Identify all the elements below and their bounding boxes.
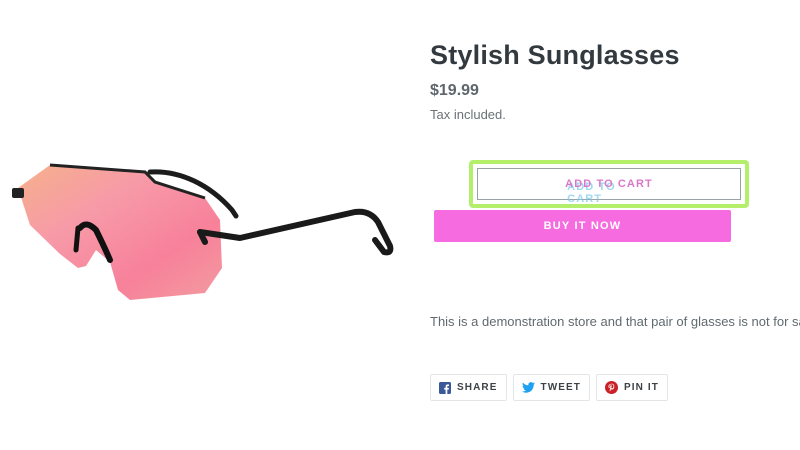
product-description: This is a demonstration store and that p… [430, 314, 800, 329]
share-twitter-label: TWEET [540, 382, 582, 393]
social-share-bar: SHARE TWEET PIN IT [430, 374, 668, 401]
facebook-icon [439, 381, 451, 394]
buy-it-now-button[interactable]: BUY IT NOW [434, 210, 731, 242]
pinterest-icon [605, 381, 619, 394]
product-title: Stylish Sunglasses [430, 40, 680, 70]
add-to-cart-label: ADD TO CART ADD TO CART [565, 178, 653, 205]
tax-note: Tax included. [430, 107, 506, 122]
share-pinterest-label: PIN IT [624, 382, 659, 393]
share-facebook-button[interactable]: SHARE [430, 374, 507, 401]
share-facebook-label: SHARE [457, 382, 498, 393]
share-pinterest-button[interactable]: PIN IT [596, 374, 668, 401]
add-to-cart-inner: ADD TO CART ADD TO CART [477, 168, 741, 205]
product-price: $19.99 [430, 82, 479, 99]
product-image [0, 150, 410, 325]
share-twitter-button[interactable]: TWEET [512, 374, 591, 401]
add-to-cart-button[interactable]: ADD TO CART ADD TO CART [469, 160, 749, 208]
twitter-icon [521, 382, 535, 393]
add-to-cart-label-text: ADD TO CART [565, 178, 653, 190]
